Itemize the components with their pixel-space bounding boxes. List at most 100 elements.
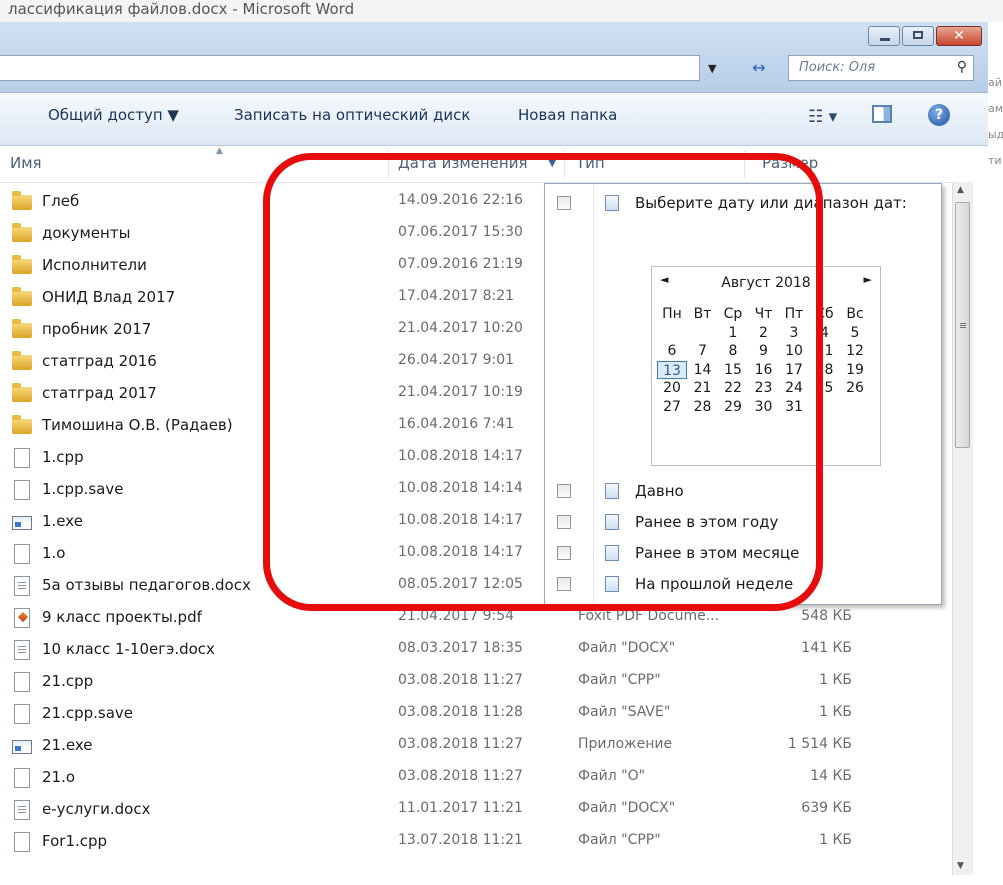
calendar-day[interactable]: 16: [749, 361, 779, 379]
calendar-weekday: Пт: [784, 306, 804, 322]
file-name: 1.cpp: [42, 448, 84, 466]
scroll-down-icon[interactable]: ▼: [957, 861, 964, 871]
vertical-scrollbar[interactable]: ▲ ▼: [952, 182, 973, 875]
calendar-day[interactable]: 29: [718, 398, 748, 416]
minimize-button[interactable]: [868, 26, 900, 46]
file-row[interactable]: 21.exe 03.08.2018 11:27 Приложение 1 514 КБ: [0, 730, 952, 762]
file-name: 21.o: [42, 768, 76, 786]
date-range-checkbox[interactable]: [557, 196, 571, 210]
maximize-button[interactable]: [902, 26, 934, 46]
address-bar[interactable]: [0, 55, 700, 81]
help-icon[interactable]: ?: [928, 104, 950, 126]
calendar-weekday: Чт: [754, 306, 773, 322]
calendar-day[interactable]: 28: [688, 398, 718, 416]
background-window-edge: ай ам ыд ти: [988, 70, 1003, 190]
calendar-day[interactable]: 12: [840, 342, 870, 360]
new-folder-button[interactable]: Новая папка: [518, 106, 617, 124]
sort-indicator-icon: ▲: [216, 146, 223, 156]
calendar-day[interactable]: 13: [657, 360, 687, 379]
calendar-day[interactable]: 19: [840, 361, 870, 379]
burn-disc-button[interactable]: Записать на оптический диск: [234, 106, 470, 124]
folder-icon: [12, 415, 32, 434]
calendar-icon: [602, 195, 619, 213]
calendar-day[interactable]: 2: [749, 324, 779, 342]
scroll-thumb[interactable]: [955, 202, 970, 448]
date-filter-option[interactable]: Ранее в этом месяце: [545, 540, 941, 570]
background-text: ти: [988, 154, 1002, 167]
calendar-month-title[interactable]: Август 2018: [652, 275, 880, 291]
close-button[interactable]: [936, 26, 982, 46]
calendar-day[interactable]: 30: [749, 398, 779, 416]
calendar-day[interactable]: 22: [718, 379, 748, 397]
date-filter-dropdown-icon[interactable]: ▼: [548, 156, 556, 169]
calendar-day[interactable]: 31: [779, 398, 809, 416]
file-date: 17.04.2017 8:21: [398, 288, 515, 304]
search-box[interactable]: Поиск: Оля ⚲: [788, 55, 974, 81]
column-divider[interactable]: [744, 150, 745, 178]
calendar-day[interactable]: 11: [810, 342, 840, 360]
view-options-icon[interactable]: ☷ ▾: [808, 107, 837, 127]
calendar-day[interactable]: 23: [749, 379, 779, 397]
scroll-up-icon[interactable]: ▲: [957, 185, 964, 195]
date-filter-option[interactable]: Давно: [545, 478, 941, 508]
preview-pane-icon[interactable]: [872, 105, 892, 123]
file-size: 1 КБ: [819, 832, 852, 848]
option-checkbox[interactable]: [557, 546, 571, 560]
date-filter-option[interactable]: На прошлой неделе: [545, 571, 941, 601]
file-name: документы: [42, 224, 131, 242]
calendar-icon: [602, 576, 619, 594]
calendar-day[interactable]: 7: [688, 342, 718, 360]
date-filter-option[interactable]: Ранее в этом году: [545, 509, 941, 539]
calendar-day[interactable]: 4: [810, 324, 840, 342]
calendar-day[interactable]: 27: [657, 398, 687, 416]
calendar-day[interactable]: 8: [718, 342, 748, 360]
file-row[interactable]: 10 класс 1-10егэ.docx 08.03.2017 18:35 Фай…: [0, 634, 952, 666]
calendar: ◄ Август 2018 ► Пн Вт Ср Чт Пт Сб Вс 1 2 3 4 5 6 7 8 9 1…: [651, 266, 881, 466]
scroll-grip-icon: [960, 323, 966, 329]
column-size[interactable]: Размер: [762, 154, 818, 172]
calendar-day[interactable]: 6: [657, 342, 687, 360]
file-row[interactable]: 21.cpp 03.08.2018 11:27 Файл "CPP" 1 КБ: [0, 666, 952, 698]
calendar-day[interactable]: 20: [657, 379, 687, 397]
calendar-day[interactable]: 9: [749, 342, 779, 360]
file-row[interactable]: For1.cpp 13.07.2018 11:21 Файл "CPP" 1 КБ: [0, 826, 952, 858]
calendar-day[interactable]: 26: [840, 379, 870, 397]
calendar-day[interactable]: 10: [779, 342, 809, 360]
option-checkbox[interactable]: [557, 484, 571, 498]
date-range-option[interactable]: Выберите дату или диапазон дат:: [545, 190, 941, 220]
calendar-icon: [602, 545, 619, 563]
calendar-day[interactable]: 24: [779, 379, 809, 397]
calendar-day[interactable]: 18: [810, 361, 840, 379]
file-row[interactable]: е-услуги.docx 11.01.2017 11:21 Файл "DOCX"…: [0, 794, 952, 826]
file-date: 10.08.2018 14:17: [398, 512, 523, 528]
calendar-day[interactable]: 5: [840, 324, 870, 342]
option-checkbox[interactable]: [557, 515, 571, 529]
window-controls: [866, 26, 982, 46]
calendar-day[interactable]: 3: [779, 324, 809, 342]
file-row[interactable]: 21.cpp.save 03.08.2018 11:28 Файл "SAVE" 1 …: [0, 698, 952, 730]
share-button[interactable]: Общий доступ ▼: [48, 106, 179, 124]
file-row[interactable]: 21.o 03.08.2018 11:27 Файл "O" 14 КБ: [0, 762, 952, 794]
file-name: 1.o: [42, 544, 66, 562]
column-divider[interactable]: [388, 150, 389, 178]
file-size: 141 КБ: [801, 640, 852, 656]
file-row[interactable]: 9 класс проекты.pdf 21.04.2017 9:54 Foxit …: [0, 602, 952, 634]
address-dropdown-icon[interactable]: ▼: [708, 62, 716, 75]
file-name: 5а отзывы педагогов.docx: [42, 576, 251, 594]
calendar-day[interactable]: 25: [810, 379, 840, 397]
refresh-icon[interactable]: ↔: [744, 56, 774, 80]
column-divider[interactable]: [564, 150, 565, 178]
column-name[interactable]: Имя: [10, 154, 42, 172]
calendar-day[interactable]: 17: [779, 361, 809, 379]
calendar-day[interactable]: 14: [688, 361, 718, 379]
search-input[interactable]: Поиск: Оля: [799, 60, 875, 75]
search-icon[interactable]: ⚲: [957, 59, 967, 75]
option-checkbox[interactable]: [557, 577, 571, 591]
column-type[interactable]: Тип: [576, 154, 605, 172]
column-date[interactable]: Дата изменения: [398, 154, 528, 172]
calendar-day[interactable]: 21: [688, 379, 718, 397]
calendar-next-icon[interactable]: ►: [864, 273, 872, 286]
calendar-icon: [602, 483, 619, 501]
calendar-day[interactable]: 1: [718, 324, 748, 342]
calendar-day[interactable]: 15: [718, 361, 748, 379]
